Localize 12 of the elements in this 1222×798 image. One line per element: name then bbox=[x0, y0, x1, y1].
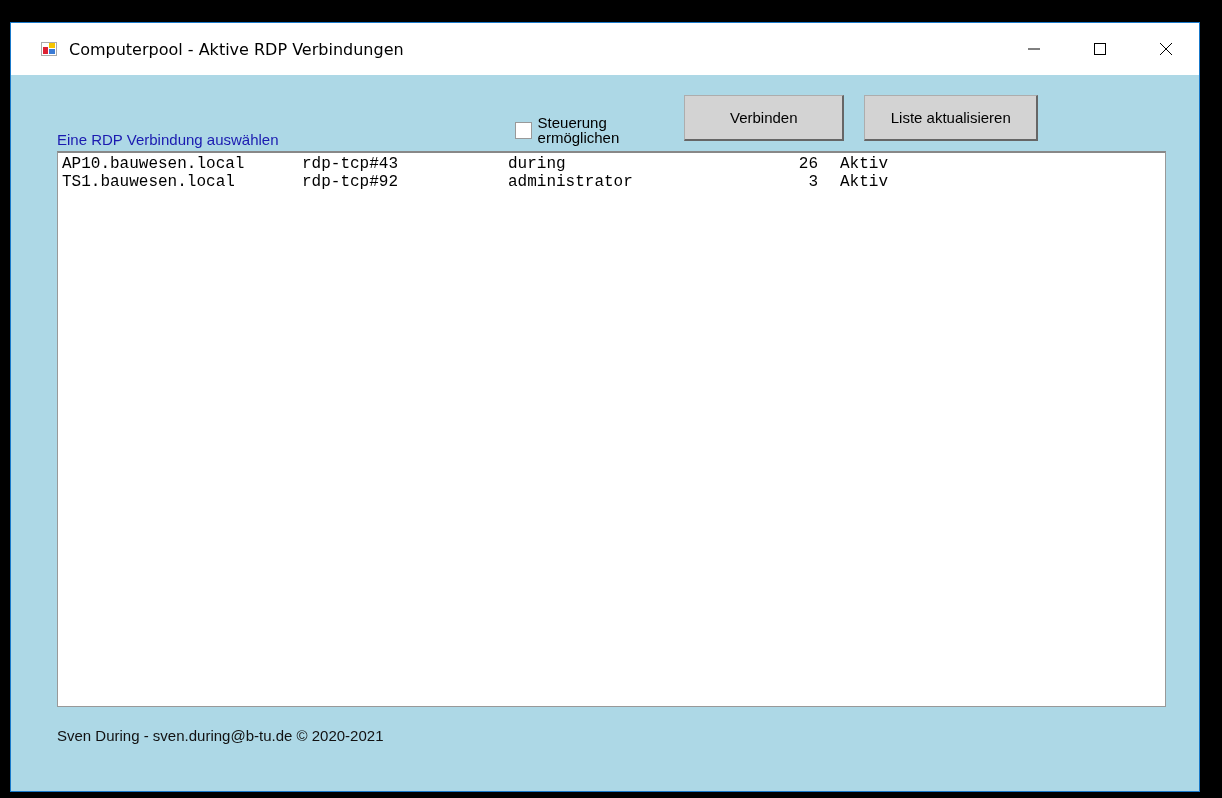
checkbox-square[interactable] bbox=[514, 121, 532, 139]
instruction-label: Eine RDP Verbindung auswählen bbox=[57, 131, 279, 148]
control-checkbox[interactable]: Steuerung ermöglichen bbox=[514, 115, 620, 145]
window-title: Computerpool - Aktive RDP Verbindungen bbox=[69, 39, 404, 59]
close-icon bbox=[1160, 43, 1172, 55]
session-list-item[interactable]: AP10.bauwesen.local rdp-tcp#43 during 26 Aktiv bbox=[62, 155, 1165, 173]
app-icon bbox=[41, 41, 57, 57]
connect-button[interactable]: Verbinden bbox=[684, 95, 845, 141]
refresh-button[interactable]: Liste aktualisieren bbox=[864, 95, 1039, 141]
copyright-text: Sven During - sven.during@b-tu.de © 2020-2021 bbox=[57, 727, 385, 744]
maximize-icon bbox=[1094, 43, 1106, 55]
session-list-item[interactable]: TS1.bauwesen.local rdp-tcp#92 administrator 3 Aktiv bbox=[62, 173, 1165, 191]
